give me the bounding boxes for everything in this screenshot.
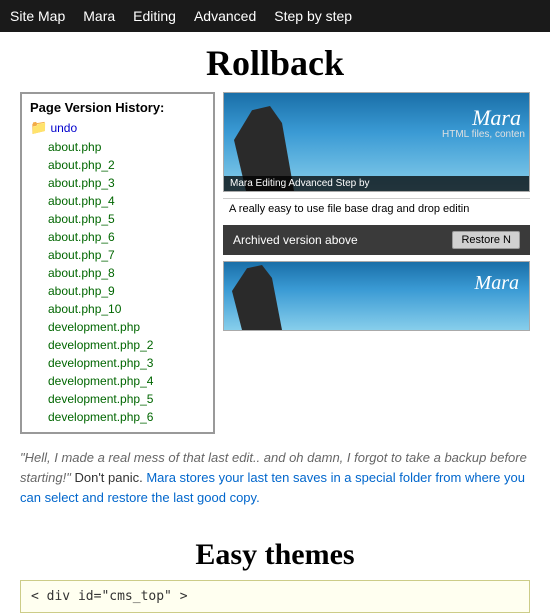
list-item[interactable]: development.php_5	[30, 390, 209, 408]
inner-content-text: A really easy to use file base drag and …	[223, 198, 530, 219]
panel-header: Page Version History:	[30, 100, 209, 115]
inner-nav-text: Mara Editing Advanced Step by	[230, 178, 370, 189]
archived-bar: Archived version above Restore N	[223, 225, 530, 255]
file-list: about.phpabout.php_2about.php_3about.php…	[30, 138, 209, 426]
nav-editing[interactable]: Editing	[133, 8, 176, 24]
main-content: Page Version History: 📁 undo about.phpab…	[0, 92, 550, 530]
easy-themes-title: Easy themes	[0, 530, 550, 580]
list-item[interactable]: about.php_7	[30, 246, 209, 264]
mara-logo-bottom: Mara	[475, 272, 519, 295]
nav-stepbystep[interactable]: Step by step	[274, 8, 352, 24]
list-item[interactable]: development.php_4	[30, 372, 209, 390]
nav-sitemap[interactable]: Site Map	[10, 8, 65, 24]
list-item[interactable]: development.php_6	[30, 408, 209, 426]
mara-preview-top: Mara HTML files, conten Mara Editing Adv…	[223, 92, 530, 192]
inner-nav-bar: Mara Editing Advanced Step by	[224, 176, 529, 191]
list-item[interactable]: about.php	[30, 138, 209, 156]
desc-text1: Don't panic.	[71, 470, 143, 485]
description-text: "Hell, I made a real mess of that last e…	[20, 448, 530, 508]
restore-button[interactable]: Restore N	[452, 231, 520, 249]
folder-icon: 📁	[30, 119, 47, 136]
page-title: Rollback	[0, 32, 550, 92]
list-item[interactable]: about.php_4	[30, 192, 209, 210]
list-item[interactable]: development.php	[30, 318, 209, 336]
undo-folder[interactable]: 📁 undo	[30, 119, 209, 136]
nav-mara[interactable]: Mara	[83, 8, 115, 24]
list-item[interactable]: about.php_8	[30, 264, 209, 282]
mara-sub-top: HTML files, conten	[442, 129, 525, 140]
nav-advanced[interactable]: Advanced	[194, 8, 256, 24]
mara-preview-bottom: Mara	[223, 261, 530, 331]
list-item[interactable]: about.php_2	[30, 156, 209, 174]
rollback-section: Page Version History: 📁 undo about.phpab…	[20, 92, 530, 434]
list-item[interactable]: about.php_10	[30, 300, 209, 318]
list-item[interactable]: about.php_5	[30, 210, 209, 228]
preview-panel: Mara HTML files, conten Mara Editing Adv…	[223, 92, 530, 434]
list-item[interactable]: development.php_2	[30, 336, 209, 354]
rock-shape-bottom	[232, 265, 282, 330]
code-box: < div id="cms_top" >	[20, 580, 530, 613]
archived-label: Archived version above	[233, 233, 358, 247]
list-item[interactable]: development.php_3	[30, 354, 209, 372]
list-item[interactable]: about.php_3	[30, 174, 209, 192]
undo-link[interactable]: undo	[50, 121, 77, 135]
file-tree-panel: Page Version History: 📁 undo about.phpab…	[20, 92, 215, 434]
top-navbar: Site Map Mara Editing Advanced Step by s…	[0, 0, 550, 32]
mara-logo-top: Mara	[472, 105, 521, 131]
list-item[interactable]: about.php_6	[30, 228, 209, 246]
list-item[interactable]: about.php_9	[30, 282, 209, 300]
